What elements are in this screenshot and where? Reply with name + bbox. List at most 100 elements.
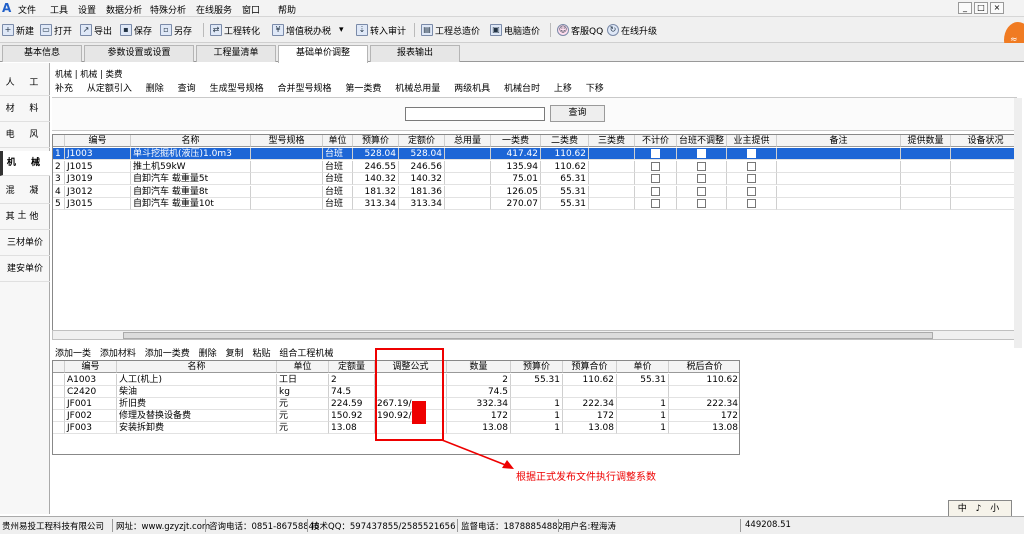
checkbox[interactable] <box>747 174 756 183</box>
cell-name[interactable]: 自卸汽车 载重量10t <box>131 198 251 210</box>
row-checkbox-cell[interactable] <box>727 185 777 198</box>
sidebar-item-other[interactable]: 其 他 <box>0 205 50 230</box>
vertical-scrollbar[interactable] <box>1014 98 1022 348</box>
column-header[interactable]: 一类费 <box>491 135 541 147</box>
move-down-button[interactable]: 下移 <box>586 84 604 94</box>
pc-cost-button[interactable]: ▣ 电脑造价 <box>490 22 540 38</box>
export-button[interactable]: ↗ 导出 <box>80 22 112 38</box>
row-checkbox-cell[interactable] <box>635 173 677 185</box>
convert-button[interactable]: ⇄ 工程转化 <box>210 22 260 38</box>
cell-code[interactable]: J3015 <box>65 198 131 210</box>
column-header[interactable]: 单位 <box>277 361 329 373</box>
column-header[interactable]: 名称 <box>117 361 277 373</box>
tax-button[interactable]: ¥ 增值税办税 ▾ <box>272 22 344 38</box>
import-from-quota-button[interactable]: 从定额引入 <box>87 84 132 94</box>
cell-empty[interactable] <box>901 173 951 185</box>
cell-quota[interactable]: 74.5 <box>329 386 375 398</box>
cell-name[interactable]: 安装拆卸费 <box>117 422 277 434</box>
row-indicator[interactable] <box>53 422 65 434</box>
cell-quota[interactable]: 224.59 <box>329 398 375 410</box>
cell-name[interactable]: 推土机59kW <box>131 160 251 173</box>
checkbox[interactable] <box>651 199 660 208</box>
column-header[interactable]: 编号 <box>65 361 117 373</box>
cell-spec[interactable] <box>251 185 323 198</box>
cell-budget[interactable]: 181.32 <box>353 185 399 198</box>
column-header[interactable] <box>53 135 65 147</box>
sidebar-item-materials[interactable]: 材 料 <box>0 97 50 122</box>
menu-help[interactable]: 帮助 <box>278 3 296 16</box>
row-number[interactable]: 3 <box>53 173 65 185</box>
table-row[interactable]: 4 J3012 自卸汽车 载重量8t 台班 181.32 181.36 126.05 55.3… <box>53 185 1018 198</box>
cell-name[interactable]: 自卸汽车 载重量5t <box>131 173 251 185</box>
cell-quota[interactable]: 313.34 <box>399 198 445 210</box>
cell-name[interactable]: 折旧费 <box>117 398 277 410</box>
cell-unit[interactable]: 台班 <box>323 198 353 210</box>
cell-qty[interactable]: 2 <box>447 374 511 386</box>
column-header[interactable]: 定额量 <box>329 361 375 373</box>
cell-budget[interactable]: 246.55 <box>353 160 399 173</box>
column-header[interactable]: 业主提供 <box>727 135 777 147</box>
cell-spec[interactable] <box>251 198 323 210</box>
column-header[interactable]: 二类费 <box>541 135 589 147</box>
add-material-button[interactable]: 添加材料 <box>100 349 136 359</box>
cell-empty[interactable] <box>777 198 901 210</box>
cell-unit_price[interactable] <box>617 386 669 398</box>
qq-button[interactable]: ☺ 客服QQ <box>557 22 603 38</box>
cell-empty[interactable] <box>901 198 951 210</box>
cell-total[interactable] <box>445 185 491 198</box>
column-header[interactable]: 总用量 <box>445 135 491 147</box>
cell-code[interactable]: C2420 <box>65 386 117 398</box>
open-button[interactable]: ▭ 打开 <box>40 22 72 38</box>
cell-qty[interactable]: 13.08 <box>447 422 511 434</box>
cell-code[interactable]: JF003 <box>65 422 117 434</box>
row-indicator[interactable] <box>53 398 65 410</box>
two-level-button[interactable]: 两级机具 <box>454 84 490 94</box>
cell-fee2[interactable]: 110.62 <box>541 148 589 160</box>
cell-spec[interactable] <box>251 148 323 160</box>
cell-name[interactable]: 修理及替换设备费 <box>117 410 277 422</box>
checkbox[interactable] <box>747 186 756 196</box>
row-checkbox-cell[interactable] <box>635 160 677 173</box>
cell-fee1[interactable]: 417.42 <box>491 148 541 160</box>
generate-spec-button[interactable]: 生成型号规格 <box>210 84 264 94</box>
row-indicator[interactable] <box>53 386 65 398</box>
cell-empty[interactable] <box>777 148 901 160</box>
cell-empty[interactable] <box>901 148 951 160</box>
column-header[interactable]: 税后合价 <box>669 361 739 373</box>
column-header[interactable]: 定额价 <box>399 135 445 147</box>
cell-quota[interactable]: 150.92 <box>329 410 375 422</box>
row-number[interactable]: 2 <box>53 160 65 173</box>
column-header[interactable]: 预算价 <box>353 135 399 147</box>
minimize-button[interactable]: _ <box>958 2 972 14</box>
checkbox[interactable] <box>651 161 660 171</box>
cell-fee1[interactable]: 135.94 <box>491 160 541 173</box>
row-checkbox-cell[interactable] <box>677 148 727 160</box>
tab-unit-price[interactable]: 基础单价调整 <box>278 45 368 63</box>
add-button[interactable]: 补充 <box>55 84 73 94</box>
cell-spec[interactable] <box>251 160 323 173</box>
cell-unit[interactable]: 元 <box>277 398 329 410</box>
machine-total-button[interactable]: 机械总用量 <box>395 84 440 94</box>
cell-name[interactable]: 人工(机上) <box>117 374 277 386</box>
cell-fee2[interactable]: 55.31 <box>541 185 589 198</box>
copy-button[interactable]: 复制 <box>226 349 244 359</box>
cell-empty[interactable] <box>951 173 1018 185</box>
column-header[interactable]: 名称 <box>131 135 251 147</box>
cell-unit[interactable]: 元 <box>277 410 329 422</box>
add-first-fee-button[interactable]: 添加一类费 <box>145 349 190 359</box>
cell-unit[interactable]: 台班 <box>323 160 353 173</box>
delete-detail-button[interactable]: 删除 <box>199 349 217 359</box>
cell-unit_price[interactable]: 55.31 <box>617 374 669 386</box>
cell-empty[interactable] <box>951 186 1018 198</box>
save-as-button[interactable]: ▫ 另存 <box>160 22 192 38</box>
sidebar-item-labor[interactable]: 人 工 <box>0 71 50 96</box>
menu-file[interactable]: 文件 <box>18 3 36 16</box>
maximize-button[interactable]: □ <box>974 2 988 14</box>
checkbox[interactable] <box>651 186 660 196</box>
cell-unit[interactable]: 台班 <box>323 173 353 185</box>
column-header[interactable]: 型号规格 <box>251 135 323 147</box>
column-header[interactable]: 提供数量 <box>901 135 951 147</box>
menu-tools[interactable]: 工具 <box>50 3 68 16</box>
menu-window[interactable]: 窗口 <box>242 3 260 16</box>
cell-empty[interactable] <box>901 160 951 173</box>
